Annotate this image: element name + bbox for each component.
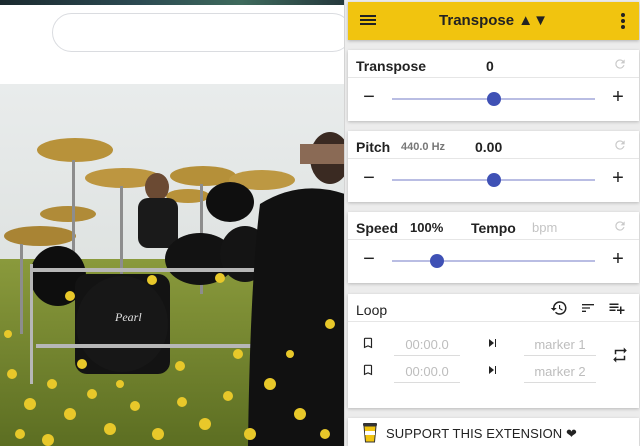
support-label: SUPPORT THIS EXTENSION ❤: [386, 426, 578, 441]
web-page-background: Pearl: [0, 0, 352, 446]
loop-label: Loop: [356, 302, 388, 318]
reset-pitch-icon[interactable]: [613, 138, 627, 152]
bookmark-icon[interactable]: [361, 335, 375, 351]
play-from-marker-icon[interactable]: [486, 364, 498, 376]
speed-decrease-button[interactable]: −: [361, 249, 377, 269]
reset-transpose-icon[interactable]: [613, 57, 627, 71]
add-marker-icon[interactable]: [607, 299, 627, 317]
loop-history-icon[interactable]: [550, 299, 568, 317]
pitch-label: Pitch: [356, 139, 391, 155]
speed-card: Speed 100% Tempo − +: [348, 212, 639, 283]
search-input[interactable]: [52, 13, 352, 52]
transpose-decrease-button[interactable]: −: [361, 87, 377, 107]
panel-header: Transpose ▲▼: [348, 2, 639, 40]
panel-title: Transpose ▲▼: [439, 12, 548, 29]
speed-slider[interactable]: [392, 254, 595, 268]
pitch-value: 0.00: [475, 139, 503, 155]
menu-icon[interactable]: [360, 15, 376, 27]
reset-speed-icon[interactable]: [613, 219, 627, 233]
transpose-card: Transpose 0 − +: [348, 50, 639, 121]
pitch-card: Pitch 440.0 Hz 0.00 − +: [348, 131, 639, 202]
loop-row-2: [348, 359, 639, 385]
transpose-label: Transpose: [356, 58, 427, 74]
tempo-bpm-input[interactable]: [532, 217, 587, 237]
bookmark-icon[interactable]: [361, 362, 375, 378]
pitch-slider[interactable]: [392, 173, 595, 187]
sort-markers-icon[interactable]: [579, 300, 597, 316]
pitch-increase-button[interactable]: +: [610, 168, 626, 188]
transpose-extension-panel: Transpose ▲▼ Transpose 0 − + Pitch 440.0…: [344, 0, 640, 446]
repeat-loop-icon[interactable]: [611, 346, 629, 364]
play-from-marker-icon[interactable]: [486, 337, 498, 349]
speed-increase-button[interactable]: +: [610, 249, 626, 269]
page-top-banner: [0, 0, 345, 5]
loop-row-1: [348, 332, 639, 358]
loop-start-time-input[interactable]: [394, 334, 460, 356]
speed-label: Speed: [356, 220, 399, 236]
loop-card: Loop: [348, 294, 639, 408]
transpose-slider[interactable]: [392, 92, 595, 106]
video-player[interactable]: Pearl: [0, 84, 345, 446]
speed-slider-thumb[interactable]: [429, 254, 444, 268]
support-extension-button[interactable]: SUPPORT THIS EXTENSION ❤: [348, 418, 639, 446]
marker-1-name-input[interactable]: [524, 334, 596, 356]
loop-end-time-input[interactable]: [394, 361, 460, 383]
pitch-reference-frequency[interactable]: 440.0 Hz: [401, 141, 445, 153]
marker-2-name-input[interactable]: [524, 361, 596, 383]
svg-text:Pearl: Pearl: [114, 310, 142, 324]
transpose-slider-thumb[interactable]: [486, 92, 501, 106]
coffee-cup-icon: [363, 423, 377, 443]
video-frame: Pearl: [0, 84, 345, 446]
transpose-value: 0: [486, 58, 494, 74]
transpose-increase-button[interactable]: +: [610, 87, 626, 107]
speed-value: 100%: [410, 220, 444, 235]
more-vert-icon[interactable]: [621, 13, 625, 29]
tempo-label: Tempo: [471, 220, 516, 236]
pitch-slider-thumb[interactable]: [486, 173, 501, 187]
pitch-decrease-button[interactable]: −: [361, 168, 377, 188]
